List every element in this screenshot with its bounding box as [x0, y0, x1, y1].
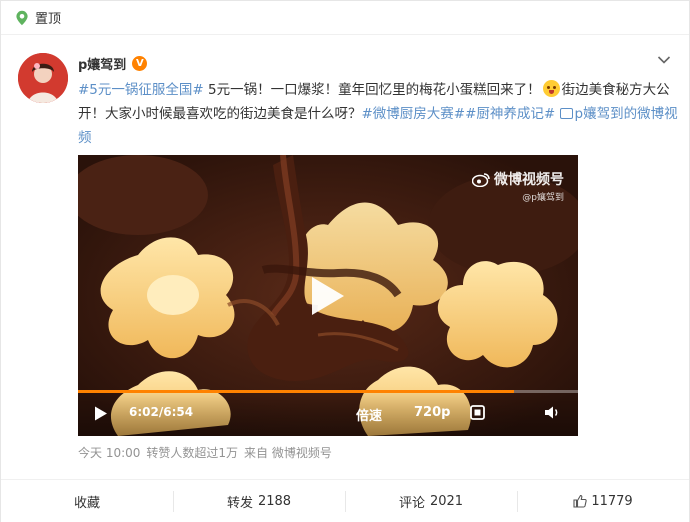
post-time[interactable]: 今天 10:00 [78, 444, 140, 461]
volume-icon[interactable] [544, 405, 560, 420]
pinned-bar: 置顶 [1, 1, 689, 35]
comment-label: 评论 [398, 495, 425, 511]
video-watermark: 微博视频号 @p孃驾到 [472, 169, 564, 203]
quality-button[interactable]: 720p [414, 405, 450, 420]
thumbs-up-icon [573, 494, 588, 508]
hashtag-link[interactable]: #5元一锅征服全国# [78, 82, 204, 98]
repost-count: 2188 [257, 493, 292, 509]
video-link-icon[interactable] [559, 108, 573, 119]
post-text: #5元一锅征服全国# 5元一锅！一口爆浆！童年回忆里的梅花小蛋糕回来了！ 街边美食… [78, 78, 678, 150]
video-player[interactable]: 微博视频号 @p孃驾到 6:02/6:54 倍速 720p [78, 155, 578, 436]
like-button[interactable]: 11779 [517, 480, 689, 522]
fullscreen-icon[interactable] [470, 405, 485, 420]
pinned-label: 置顶 [35, 12, 62, 27]
chevron-down-icon[interactable] [657, 55, 671, 65]
video-controls: 6:02/6:54 倍速 720p [78, 390, 578, 436]
repost-button[interactable]: 转发 2188 [173, 480, 345, 522]
verified-badge-icon: V [132, 55, 148, 71]
weibo-post-card: 置顶 p孃驾到 V #5元一锅征服全国# 5元一锅！一口爆浆！童年回忆里的梅花小… [0, 0, 690, 522]
speed-button[interactable]: 倍速 [356, 405, 382, 424]
surprised-face-emoji [542, 80, 560, 97]
watermark-title: 微博视频号 [494, 172, 564, 188]
hashtag-link[interactable]: #微博厨房大赛# [362, 106, 466, 122]
post-text-segment: 5元一锅！一口爆浆！童年回忆里的梅花小蛋糕回来了！ [203, 82, 541, 98]
control-play-icon[interactable] [94, 406, 108, 421]
post-meta: 今天 10:00 转赞人数超过1万 来自 微博视频号 [78, 444, 332, 461]
favorite-label: 收藏 [73, 495, 100, 511]
play-icon[interactable] [306, 274, 348, 318]
repost-label: 转发 [226, 495, 253, 511]
reposts-note: 转赞人数超过1万 [146, 446, 239, 460]
favorite-button[interactable]: 收藏 [1, 480, 173, 522]
comment-button[interactable]: 评论 2021 [345, 480, 517, 522]
post-source[interactable]: 来自 微博视频号 [244, 444, 332, 461]
post-text-segment [555, 106, 559, 122]
pin-icon [16, 10, 28, 25]
progress-bar[interactable] [78, 390, 578, 393]
avatar[interactable] [18, 53, 68, 103]
hashtag-link[interactable]: #厨神养成记# [465, 106, 555, 122]
comment-count: 2021 [429, 493, 464, 509]
progress-fill [78, 390, 514, 393]
watermark-handle: @p孃驾到 [522, 193, 564, 203]
video-time: 6:02/6:54 [129, 405, 194, 419]
author-name[interactable]: p孃驾到 [78, 54, 126, 73]
like-count: 11779 [591, 493, 633, 509]
author-row: p孃驾到 V [78, 53, 148, 73]
action-bar: 收藏 转发 2188 评论 2021 11779 [1, 479, 689, 522]
weibo-logo-icon [472, 172, 490, 187]
